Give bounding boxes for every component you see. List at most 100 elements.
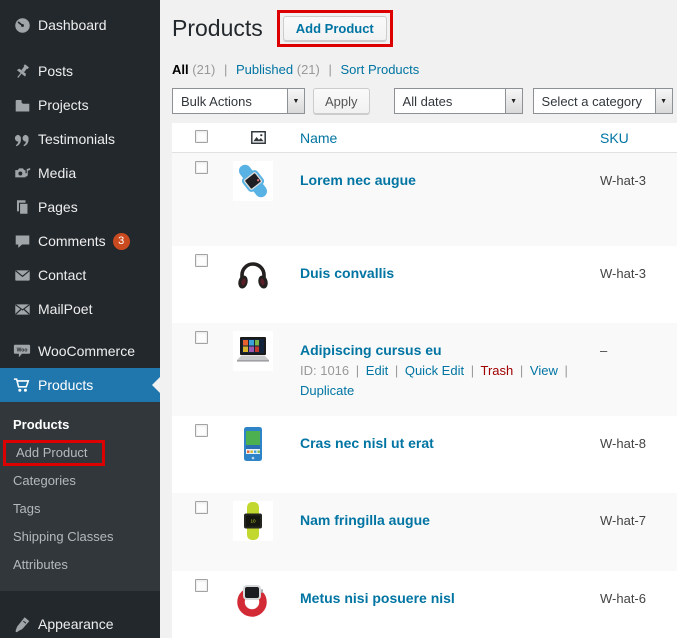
filter-published-link[interactable]: Published — [236, 62, 293, 77]
sidebar-item-mailpoet[interactable]: MailPoet — [0, 292, 160, 326]
svg-text:10: 10 — [250, 519, 256, 524]
table-row: Duis convallis W-hat-3 — [172, 246, 677, 323]
image-column-icon — [224, 131, 292, 144]
product-thumbnail-lime-smartwatch[interactable]: 10 — [224, 493, 292, 571]
table-row: Adipiscing cursus eu ID: 1016 | Edit | Q… — [172, 323, 677, 416]
submenu-item-add-product[interactable]: Add Product — [0, 439, 160, 467]
action-separator: | — [519, 363, 524, 378]
sidebar-item-label: Pages — [38, 199, 78, 215]
product-thumbnail-black-headphones[interactable] — [224, 246, 292, 323]
sidebar-item-label: Products — [38, 377, 94, 393]
sidebar-item-label: Media — [38, 165, 77, 181]
sidebar-item-media[interactable]: Media — [0, 156, 160, 190]
media-camera-icon — [12, 165, 32, 182]
submenu-item-label: Products — [13, 417, 70, 432]
filter-separator: | — [224, 62, 228, 77]
submenu-item-label: Categories — [13, 473, 76, 488]
product-name-link[interactable]: Nam fringilla augue — [300, 512, 430, 528]
date-filter-select[interactable]: All dates ▼ — [393, 88, 523, 114]
chevron-down-icon: ▼ — [504, 89, 522, 113]
action-separator: | — [564, 363, 568, 378]
name-column-header[interactable]: Name — [292, 130, 596, 146]
row-checkbox[interactable] — [195, 331, 208, 344]
select-all-checkbox[interactable] — [195, 129, 208, 143]
wordpress-admin-products-page: Dashboard Posts Projects Testimonials Me… — [0, 0, 677, 638]
product-name-link[interactable]: Lorem nec augue — [300, 172, 416, 188]
row-checkbox[interactable] — [195, 501, 208, 514]
row-actions: ID: 1016 | Edit | Quick Edit | Trash | V… — [300, 361, 595, 401]
table-toolbar: Bulk Actions ▼ Apply All dates ▼ Select … — [172, 88, 673, 114]
chevron-down-icon: ▼ — [654, 89, 672, 113]
product-name-link[interactable]: Adipiscing cursus eu — [300, 342, 442, 358]
row-checkbox[interactable] — [195, 579, 208, 592]
envelope-icon — [12, 267, 32, 284]
product-name-link[interactable]: Metus nisi posuere nisl — [300, 590, 455, 606]
submenu-item-categories[interactable]: Categories — [0, 467, 160, 495]
quick-edit-link[interactable]: Quick Edit — [405, 363, 464, 378]
category-filter-select[interactable]: Select a category ▼ — [532, 88, 673, 114]
sort-products-link[interactable]: Sort Products — [341, 62, 420, 77]
product-thumbnail-blue-tablet[interactable] — [224, 416, 292, 493]
sidebar-item-testimonials[interactable]: Testimonials — [0, 122, 160, 156]
filter-all-link[interactable]: All — [172, 62, 189, 77]
table-row: Cras nec nisl ut erat W-hat-8 — [172, 416, 677, 493]
submenu-item-tags[interactable]: Tags — [0, 495, 160, 523]
sidebar-item-comments[interactable]: Comments 3 — [0, 224, 160, 258]
submenu-item-label: Add Product — [16, 445, 88, 460]
pushpin-icon — [12, 63, 32, 80]
filter-all-count: (21) — [192, 62, 216, 77]
products-submenu: Products Add Product Categories Tags Shi… — [0, 402, 160, 591]
trash-link[interactable]: Trash — [481, 363, 514, 378]
product-name-link[interactable]: Duis convallis — [300, 265, 394, 281]
product-name-link[interactable]: Cras nec nisl ut erat — [300, 435, 434, 451]
action-separator: | — [394, 363, 399, 378]
products-table: Name SKU Lorem nec augue W-hat-3 Duis co… — [172, 123, 677, 638]
sidebar-item-pages[interactable]: Pages — [0, 190, 160, 224]
list-view-filters: All (21) | Published (21) | Sort Product… — [172, 62, 419, 77]
row-checkbox[interactable] — [195, 254, 208, 267]
category-filter-selected-value: Select a category — [541, 93, 642, 109]
apply-button[interactable]: Apply — [313, 88, 370, 114]
sidebar-item-label: Testimonials — [38, 131, 116, 147]
sidebar-item-appearance[interactable]: Appearance — [0, 607, 160, 638]
table-header-row: Name SKU — [172, 123, 677, 153]
sidebar-item-dashboard[interactable]: Dashboard — [0, 8, 160, 42]
annotation-box-sidebar-add-product: Add Product — [3, 440, 105, 466]
sku-column-header[interactable]: SKU — [596, 130, 677, 146]
product-thumbnail-red-smartwatch[interactable] — [224, 571, 292, 638]
shopping-cart-icon — [12, 376, 32, 394]
submenu-item-label: Shipping Classes — [13, 529, 114, 544]
pages-icon — [12, 199, 32, 216]
product-thumbnail-blue-smartwatch[interactable] — [224, 153, 292, 246]
sidebar-item-posts[interactable]: Posts — [0, 54, 160, 88]
edit-link[interactable]: Edit — [366, 363, 388, 378]
duplicate-link[interactable]: Duplicate — [300, 383, 354, 398]
submenu-item-products[interactable]: Products — [0, 411, 160, 439]
submenu-item-label: Tags — [13, 501, 41, 516]
submenu-item-shipping-classes[interactable]: Shipping Classes — [0, 523, 160, 551]
sidebar-item-projects[interactable]: Projects — [0, 88, 160, 122]
product-sku: W-hat-6 — [600, 591, 646, 606]
product-thumbnail-laptop[interactable] — [224, 323, 292, 416]
row-checkbox[interactable] — [195, 161, 208, 174]
annotation-box-add-product-button: Add Product — [276, 10, 393, 47]
bulk-actions-select[interactable]: Bulk Actions ▼ — [172, 88, 305, 114]
product-sku: W-hat-8 — [600, 436, 646, 451]
sidebar-item-woocommerce[interactable]: Woo WooCommerce — [0, 334, 160, 368]
filter-separator: | — [328, 62, 332, 77]
sidebar-item-label: Contact — [38, 267, 87, 283]
sidebar-item-label: Comments — [38, 233, 106, 249]
sidebar-item-products[interactable]: Products — [0, 368, 160, 402]
dashboard-icon — [12, 17, 32, 34]
page-title: Products — [172, 15, 263, 41]
main-content: Products Add Product All (21) | Publishe… — [160, 0, 677, 638]
submenu-item-attributes[interactable]: Attributes — [0, 551, 160, 579]
comments-count-badge: 3 — [112, 232, 130, 250]
row-checkbox[interactable] — [195, 424, 208, 437]
view-link[interactable]: View — [530, 363, 558, 378]
sidebar-item-contact[interactable]: Contact — [0, 258, 160, 292]
sidebar-item-label: Projects — [38, 97, 89, 113]
product-sku: W-hat-7 — [600, 513, 646, 528]
add-product-button[interactable]: Add Product — [282, 16, 387, 41]
mailpoet-envelope-icon — [12, 301, 32, 318]
